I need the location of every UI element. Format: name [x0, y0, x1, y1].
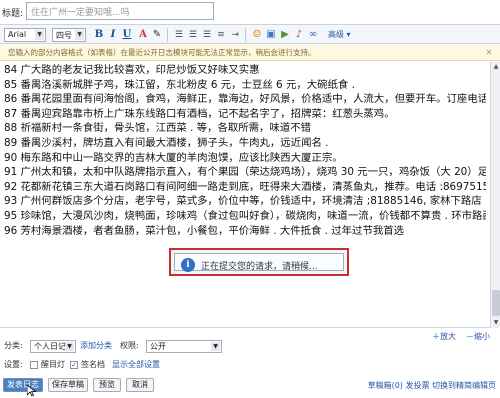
loading-dialog: i 正在提交您的请求，请稍候...: [169, 248, 349, 276]
image-icon[interactable]: ▣: [264, 28, 278, 42]
chevron-down-icon: ▼: [35, 30, 44, 40]
permission-label: 权限:: [120, 341, 139, 350]
scroll-down-icon[interactable]: ▼: [492, 319, 500, 327]
signature-label: 签名档: [81, 360, 105, 369]
format-icon[interactable]: ✎: [150, 28, 164, 42]
italic-icon[interactable]: I: [106, 28, 120, 42]
action-row: 发表日志 保存草稿 预览 取消 草稿箱(0) 发投票 切换到精简编辑页: [0, 376, 500, 394]
title-label: 标题:: [2, 9, 24, 19]
scroll-thumb[interactable]: [492, 290, 500, 316]
preview-button[interactable]: 预览: [93, 378, 121, 392]
category-select[interactable]: 个人日记 ▼: [30, 340, 76, 353]
advanced-label: 高级: [328, 30, 344, 39]
font-size-value: 四号: [56, 31, 72, 40]
save-draft-button[interactable]: 保存草稿: [48, 378, 88, 392]
editor-content[interactable]: 84 广大路的老友记我比较喜欢，印尼炒饭又好味又实惠 85 番禺洛溪新城胖子鸡，珠…: [0, 62, 490, 328]
loading-text: 正在提交您的请求，请稍候...: [201, 262, 318, 272]
cancel-button[interactable]: 取消: [126, 378, 154, 392]
editor-line: 92 花都新花镇三东大道石岗路口有间阿细一路走到底，旺得来大酒楼，清蒸鱼丸，推荐…: [4, 180, 486, 193]
advanced-button[interactable]: 高级 ▾: [328, 28, 351, 42]
font-color-icon[interactable]: A: [136, 28, 150, 42]
editor-scrollbar[interactable]: ▲ ▼: [490, 62, 500, 328]
align-right-icon[interactable]: ☰: [200, 28, 214, 42]
music-icon[interactable]: ♪: [292, 28, 306, 42]
settings-label: 设置:: [4, 360, 23, 369]
editor-toolbar: Arial ▼ 四号 ▼ B I U A ✎ ☰ ☰ ☰ ≡ ⇥ ☺ ▣ ▶ ♪…: [0, 24, 500, 44]
editor-line: 87 番禺迎宾路靠市桥上广珠东线路口有酒档，记不起名字了，招牌菜：红葱头蒸鸡。: [4, 107, 395, 120]
publish-button[interactable]: 发表日志: [3, 378, 43, 392]
font-size-select[interactable]: 四号 ▼: [52, 28, 86, 42]
editor-line: 93 广州何群饭店多个分店，老字号，菜式多，价位中等，价钱适中，环境清洁 ;81…: [4, 195, 486, 208]
editor-line: 90 梅东路和中山一路交界的吉林大厦的羊肉泡馍，应该比陕西大厦正宗。: [4, 151, 343, 164]
title-row: 标题: 住在广州一定要知哦...吗: [0, 0, 500, 22]
emoticon-icon[interactable]: ☺: [250, 28, 264, 42]
chevron-down-icon: ▾: [346, 30, 351, 39]
highlight-checkbox[interactable]: [30, 361, 38, 369]
editor-line: 89 番禺沙溪村，牌坊直入有间最大酒楼，狮子头，牛肉丸，远近闻名 .: [4, 136, 329, 149]
chevron-down-icon: ▼: [211, 342, 220, 351]
show-all-settings-link[interactable]: 显示全部设置: [112, 357, 160, 373]
permission-value: 公开: [150, 342, 166, 351]
editor-line: 85 番禺洛溪新城胖子鸡，珠江留，东北粉皮 6 元，士豆丝 6 元，大碗纸食 .: [4, 78, 355, 91]
loading-dialog-body: i 正在提交您的请求，请稍候...: [174, 253, 344, 272]
editor-line: 96 芳村海景酒楼，者者鱼肠，菜汁包，小餐包，平价海鲜 . 大件抵食 . 过年过…: [4, 224, 405, 237]
draft-links[interactable]: 草稿箱(0) 发投票 切换到精简编辑页: [368, 380, 496, 391]
chevron-down-icon: ▼: [75, 30, 84, 40]
align-center-icon[interactable]: ☰: [186, 28, 200, 42]
editor-line: 88 祈福新村一条食街，骨头馆，江西菜 . 等，各取所需，味道不错: [4, 122, 311, 135]
list-icon[interactable]: ≡: [214, 28, 228, 42]
add-category-link[interactable]: 添加分类: [80, 338, 112, 354]
category-value: 个人日记: [34, 342, 66, 351]
video-icon[interactable]: ▶: [278, 28, 292, 42]
info-icon: i: [181, 258, 195, 272]
highlight-label: 醒目灯: [41, 360, 65, 369]
signature-checkbox[interactable]: ✓: [70, 361, 78, 369]
font-family-select[interactable]: Arial ▼: [4, 28, 46, 42]
editor-line: 91 广州太和镇，太和中队路牌指示直入，有个果园（荣达烧鸡场），烧鸡 30 元一…: [4, 166, 486, 179]
category-row: 分类: 个人日记 ▼ 添加分类 权限: 公开 ▼: [0, 338, 500, 354]
editor-line: 84 广大路的老友记我比较喜欢，印尼炒饭又好味又实惠: [4, 64, 260, 76]
editor-line: 95 珍味馆，大漫风沙肉，烧鸭面，珍味鸡（食过包叫好食），碳烧肉，味道一流，价钱…: [4, 209, 486, 222]
toolbar-divider: [245, 28, 246, 42]
mouse-cursor-icon: [27, 385, 37, 397]
indent-icon[interactable]: ⇥: [228, 28, 242, 42]
title-input[interactable]: 住在广州一定要知哦...吗: [26, 2, 214, 20]
editor-line: 86 番禺花园里面有间海怡阁，食鸡，海鲜正，靠海边，好风景，价格适中，人流大，但…: [4, 93, 486, 106]
bold-icon[interactable]: B: [92, 28, 106, 42]
underline-icon[interactable]: U: [120, 28, 134, 42]
editor-text: 84 广大路的老友记我比较喜欢，印尼炒饭又好味又实惠 85 番禺洛溪新城胖子鸡，珠…: [4, 63, 486, 238]
link-icon[interactable]: ∞: [306, 28, 320, 42]
category-label: 分类:: [4, 341, 23, 350]
chevron-down-icon: ▼: [65, 342, 74, 351]
scroll-up-icon[interactable]: ▲: [492, 63, 500, 71]
warning-text: 您输入的部分内容格式（如表格）在最近公开日志模块可能无法正常显示，稍后会进行支持…: [8, 48, 316, 57]
settings-row: 设置: 醒目灯 ✓ 签名档 显示全部设置: [0, 357, 500, 373]
permission-select[interactable]: 公开 ▼: [146, 340, 222, 353]
align-left-icon[interactable]: ☰: [172, 28, 186, 42]
format-warning-bar: 您输入的部分内容格式（如表格）在最近公开日志模块可能无法正常显示，稍后会进行支持…: [0, 45, 500, 61]
close-icon[interactable]: ✕: [484, 48, 494, 58]
font-family-value: Arial: [8, 30, 27, 39]
toolbar-divider: [167, 28, 168, 42]
